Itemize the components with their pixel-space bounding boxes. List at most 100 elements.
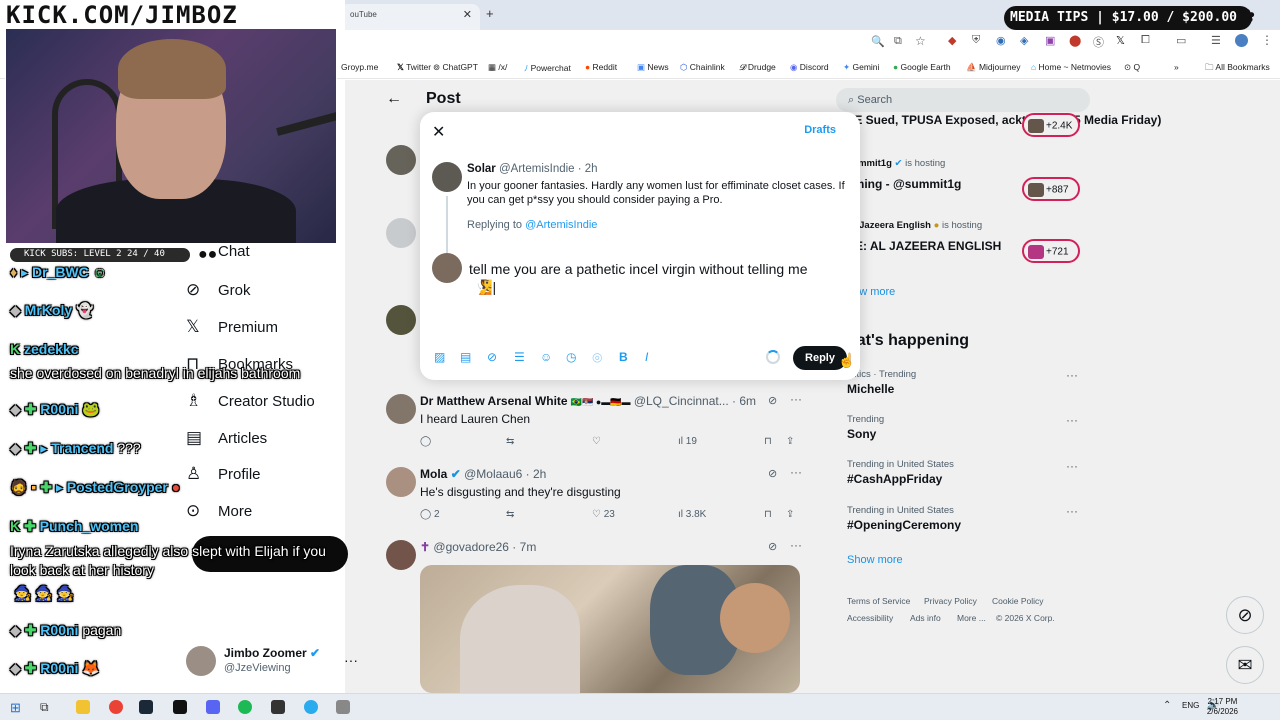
bookmark[interactable]: ﾉ Powerchat <box>524 62 571 74</box>
tweet[interactable]: Dr Matthew Arsenal White 🇧🇷🇷🇸 ●▬🇩🇪▬ @LQ_… <box>376 392 816 454</box>
x-logo-icon[interactable]: 𝕏 <box>1116 34 1125 47</box>
repost-icon[interactable]: ⇆ <box>506 436 514 447</box>
views-count[interactable]: ıl 19 <box>678 436 697 447</box>
bookmark[interactable]: ⌂ Home ~ Netmovies <box>1031 62 1111 72</box>
more-dots-icon[interactable]: ··· <box>790 392 802 406</box>
bookmark[interactable]: ✦ Gemini <box>843 62 879 73</box>
italic-icon[interactable]: I <box>645 350 648 364</box>
more-dots-icon[interactable]: ··· <box>344 652 358 668</box>
avatar[interactable] <box>386 540 416 570</box>
share-icon[interactable]: ⇪ <box>786 436 794 447</box>
windows-start-icon[interactable]: ⊞ <box>10 700 21 716</box>
trend-name[interactable]: #CashAppFriday <box>847 472 942 486</box>
extension-icon[interactable]: ◈ <box>1020 34 1028 47</box>
views-count[interactable]: ıl 3.8K <box>678 509 706 520</box>
bookmark[interactable]: 𝕏 Twitter <box>397 62 431 73</box>
grok-icon[interactable]: ⊘ <box>487 350 497 364</box>
browser-tab[interactable]: ouTube ✕ <box>340 4 480 30</box>
tweet[interactable]: Mola ✔ @Molaau6 · 2h ⊘ ··· He's disgusti… <box>376 465 816 527</box>
avatar[interactable] <box>386 305 416 335</box>
bookmark[interactable]: ▣ News <box>637 62 669 73</box>
account-switcher[interactable]: Jimbo Zoomer ✔ @JzeViewing ··· <box>186 644 362 684</box>
bookmark[interactable]: Groyp.me <box>341 62 378 72</box>
reply-textarea[interactable]: tell me you are a pathetic incel virgin … <box>469 260 849 296</box>
avatar[interactable] <box>386 145 416 175</box>
grok-icon[interactable]: ⊘ <box>768 467 777 480</box>
file-explorer-icon[interactable] <box>76 700 90 714</box>
footer-link[interactable]: Privacy Policy <box>924 596 977 606</box>
like-icon[interactable]: ♡ <box>592 436 601 447</box>
more-dots-icon[interactable]: ··· <box>1066 413 1078 427</box>
trend-name[interactable]: Sony <box>847 427 876 441</box>
bookmark[interactable]: ⊙ Q <box>1124 62 1140 73</box>
replying-handle-link[interactable]: @ArtemisIndie <box>525 219 597 231</box>
clock[interactable]: 2:17 PM 2/6/2026 <box>1207 697 1238 717</box>
close-tab-icon[interactable]: ✕ <box>463 8 472 21</box>
extension-icon[interactable]: ◉ <box>996 34 1006 47</box>
zoom-icon[interactable]: 🔍 <box>871 35 885 48</box>
grok-icon[interactable]: ⊘ <box>768 540 777 553</box>
bookmark[interactable]: ⬡ Chainlink <box>680 62 725 73</box>
bookmark[interactable]: ● Google Earth <box>893 62 951 72</box>
space-title[interactable]: aming - @summit1g <box>847 177 961 191</box>
space-listeners-badge[interactable]: +2.4K <box>1022 113 1080 137</box>
reply-count[interactable]: ◯ 2 <box>420 509 440 520</box>
bookmark[interactable]: ⛵ Midjourney <box>966 62 1021 73</box>
avatar[interactable] <box>386 394 416 424</box>
footer-link[interactable]: Ads info <box>910 613 941 623</box>
space-listeners-badge[interactable]: +887 <box>1022 177 1080 201</box>
steam-icon[interactable] <box>139 700 153 714</box>
chevron-right-icon[interactable]: » <box>1174 62 1179 72</box>
nav-profile[interactable]: ♙ Profile <box>186 464 261 488</box>
kebab-menu-icon[interactable]: ⋮ <box>1261 33 1273 47</box>
more-dots-icon[interactable]: ··· <box>1066 504 1078 518</box>
bookmark[interactable]: 𝓓 Drudge <box>739 62 776 73</box>
more-dots-icon[interactable]: ··· <box>1066 368 1078 382</box>
share-icon[interactable]: ⇪ <box>786 509 794 520</box>
nav-more[interactable]: ⊙ More <box>186 501 252 525</box>
messages-fab-icon[interactable]: ✉ <box>1226 646 1264 684</box>
location-icon[interactable]: ◎ <box>592 350 602 364</box>
star-icon[interactable]: ☆ <box>915 34 926 48</box>
extension-icon[interactable]: Ⓢ <box>1093 34 1104 50</box>
chrome-icon[interactable] <box>109 700 123 714</box>
repost-icon[interactable]: ⇆ <box>506 509 514 520</box>
avatar[interactable] <box>386 218 416 248</box>
nav-articles[interactable]: ▤ Articles <box>186 428 267 452</box>
tweet[interactable]: ✝ @govadore26 · 7m ⊘ ··· <box>376 538 816 570</box>
extension-icon[interactable]: ▣ <box>1045 34 1055 47</box>
bold-icon[interactable]: B <box>619 350 628 364</box>
grok-fab-icon[interactable]: ⊘ <box>1226 596 1264 634</box>
shield-icon[interactable]: ⛨ <box>972 34 980 47</box>
trend-name[interactable]: #OpeningCeremony <box>847 518 961 532</box>
footer-link[interactable]: Accessibility <box>847 613 893 623</box>
more-dots-icon[interactable]: ··· <box>790 465 802 479</box>
extension-icon[interactable]: ⬤ <box>1069 34 1081 47</box>
bookmark[interactable]: ● Reddit <box>585 62 617 72</box>
more-dots-icon[interactable]: ··· <box>790 538 802 552</box>
more-dots-icon[interactable]: ··· <box>1066 459 1078 473</box>
language-indicator[interactable]: ENG <box>1182 701 1199 710</box>
cast-icon[interactable]: ⧉ <box>894 35 902 48</box>
terminal-icon[interactable] <box>173 700 187 714</box>
nav-chat[interactable]: Chat <box>186 243 250 267</box>
telegram-icon[interactable] <box>304 700 318 714</box>
back-arrow-icon[interactable]: ← <box>386 90 402 108</box>
space-title[interactable]: VE: AL JAZEERA ENGLISH <box>847 239 1001 253</box>
extension-icon[interactable]: ◆ <box>948 34 956 47</box>
puzzle-icon[interactable]: ⧠ <box>1141 34 1150 47</box>
reply-icon[interactable]: ◯ <box>420 436 431 447</box>
image-icon[interactable]: ▨ <box>434 350 445 364</box>
schedule-icon[interactable]: ◷ <box>566 350 576 364</box>
bookmark-icon[interactable]: ⊓ <box>764 509 772 520</box>
space-title[interactable]: TE Sued, TPUSA Exposed, acktivities ($5 … <box>847 113 1161 127</box>
app-icon[interactable] <box>336 700 350 714</box>
sidepanel-icon[interactable]: ▭ <box>1176 34 1186 47</box>
close-icon[interactable]: ✕ <box>432 122 445 142</box>
search-input[interactable]: ⌕ Search <box>836 88 1090 112</box>
new-tab-icon[interactable]: + <box>486 6 494 21</box>
nav-premium[interactable]: 𝕏 Premium <box>186 317 278 341</box>
like-count[interactable]: ♡ 23 <box>592 509 615 520</box>
footer-link[interactable]: Terms of Service <box>847 596 910 606</box>
avatar[interactable] <box>386 467 416 497</box>
